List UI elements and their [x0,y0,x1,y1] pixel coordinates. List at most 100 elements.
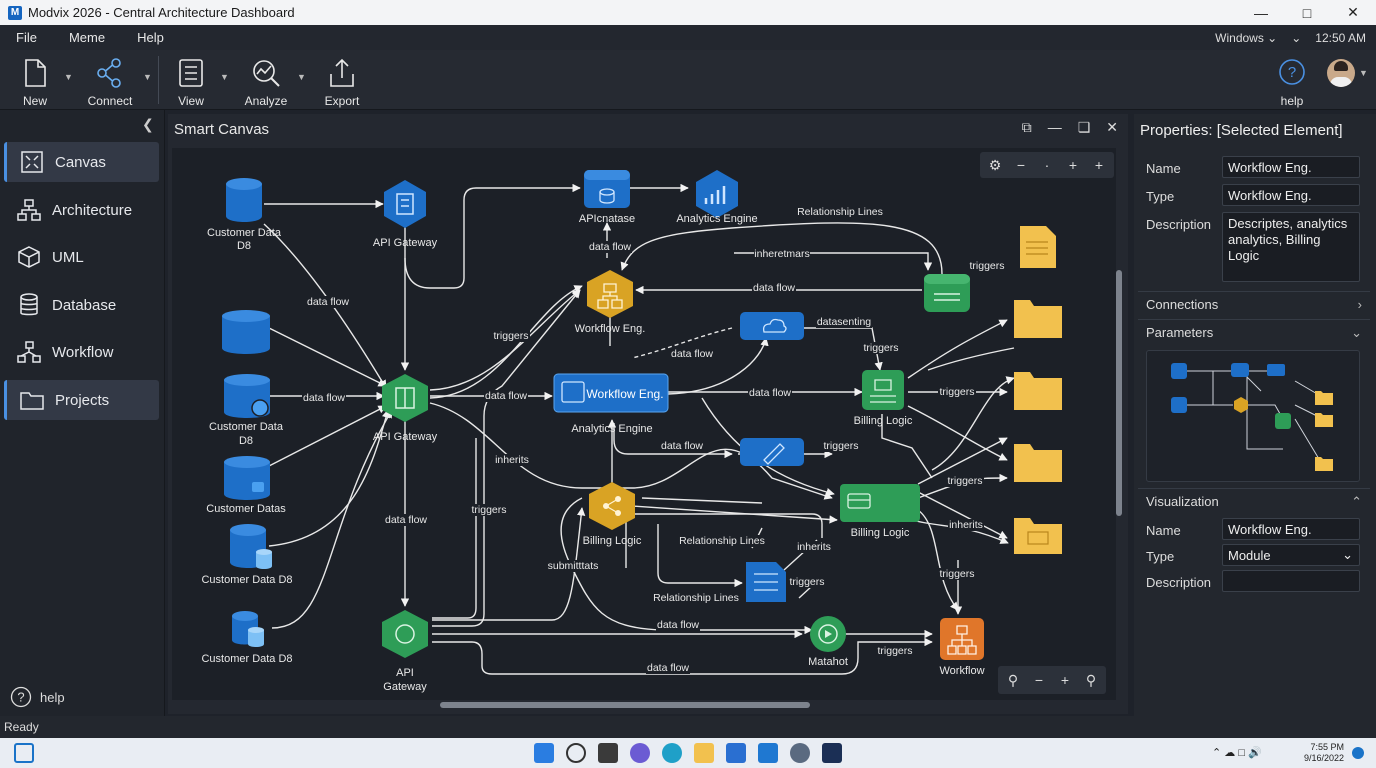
node-workflow-orange[interactable]: Workflow [939,618,985,677]
menu-meme[interactable]: Meme [53,30,121,45]
menu-help[interactable]: Help [121,30,180,45]
node-edit-service[interactable] [740,438,804,466]
share-icon [97,58,121,88]
vis-name-field[interactable]: Workflow Eng. [1222,518,1360,540]
zoom-reset-icon[interactable]: · [1036,157,1058,173]
edge-browser-icon[interactable] [662,743,682,763]
node-billing-logic-2[interactable]: Billing Logic [583,482,642,547]
collapse-sidebar-icon[interactable]: ❮ [142,116,154,133]
name-field[interactable]: Workflow Eng. [1222,156,1360,178]
node-billing-logic-1[interactable]: Billing Logic [854,370,913,427]
type-field[interactable]: Workflow Eng. [1222,184,1360,206]
sidebar-item-uml[interactable]: UML [4,237,159,277]
document-file-icon[interactable] [1020,226,1056,268]
system-tray-icons[interactable]: ⌃ ☁ □ 🔊 [1212,746,1262,759]
node-customer-data-6[interactable]: Customer Data D8 [201,611,293,665]
close-button[interactable]: ✕ [1330,0,1376,25]
svg-text:?: ? [17,690,24,705]
chevron-down-icon[interactable]: ⌄ [1291,31,1301,45]
search-icon[interactable] [566,743,586,763]
start-icon[interactable] [534,743,554,763]
export-button[interactable]: Export [312,54,372,108]
maximize-button[interactable]: □ [1284,0,1330,25]
zoom-in-icon[interactable]: + [1062,157,1084,173]
settings-icon[interactable] [790,743,810,763]
node-cloud-service[interactable] [740,312,804,340]
sidebar-item-canvas[interactable]: Canvas [4,142,159,182]
diagram-canvas[interactable]: data flow data flow data flow data flow … [172,148,1116,700]
chat-icon[interactable] [630,743,650,763]
zoom-search-icon[interactable]: ⚲ [1080,672,1102,689]
node-workflow-engine-1[interactable]: Workflow Eng. [575,270,646,335]
node-api-gateway-1[interactable]: API Gateway [373,180,438,249]
node-customer-data-3[interactable]: Customer Data D8 [209,374,284,447]
node-api-gateway-3[interactable]: API Gateway [382,610,428,693]
new-dropdown-caret[interactable]: ▼ [64,72,73,82]
visualization-section[interactable]: Visualization ⌃ [1138,488,1370,514]
folder-icon[interactable] [1014,372,1062,410]
vis-description-field[interactable] [1222,570,1360,592]
zoom-out-icon[interactable]: − [1010,157,1032,173]
menu-file[interactable]: File [0,30,53,45]
vis-type-select[interactable]: Module ⌄ [1222,544,1360,566]
node-customer-datas-4[interactable]: Customer Datas [206,456,286,515]
minimap[interactable] [1146,350,1360,482]
folder-icon[interactable] [1014,444,1062,482]
sidebar-item-workflow[interactable]: Workflow [4,332,159,372]
panel-minimize-icon[interactable]: — [1048,119,1062,136]
connect-dropdown-caret[interactable]: ▼ [143,72,152,82]
node-label: API Gateway [373,431,438,443]
add-icon[interactable]: + [1088,157,1110,173]
view-button[interactable]: View [161,54,221,108]
avatar[interactable] [1327,59,1355,87]
node-service-green[interactable] [924,274,970,312]
connect-button[interactable]: Connect [80,54,140,108]
mail-icon[interactable] [758,743,778,763]
copy-icon[interactable]: ⧉ [1022,119,1032,136]
widgets-icon[interactable] [14,743,34,763]
zoom-search-icon[interactable]: ⚲ [1002,672,1024,689]
node-document[interactable] [746,562,786,602]
vertical-scrollbar[interactable] [1116,270,1122,516]
connections-section[interactable]: Connections › [1138,291,1370,317]
help-button[interactable]: ? help [1262,54,1322,108]
panel-close-icon[interactable]: ✕ [1106,119,1118,136]
zoom-out-icon[interactable]: − [1028,672,1050,688]
canvas-header: Smart Canvas ⧉ — ❏ ✕ [168,114,1128,144]
minimize-button[interactable]: — [1238,0,1284,25]
sidebar-item-architecture[interactable]: Architecture [4,190,159,230]
horizontal-scrollbar[interactable] [440,702,810,708]
folder-icon[interactable] [1014,518,1062,554]
node-customer-data-1[interactable]: Customer Data D8 [207,178,282,252]
sidebar-help-link[interactable]: ? help [10,686,65,708]
analyze-button[interactable]: Analyze [236,54,296,108]
store-icon[interactable] [726,743,746,763]
taskbar-clock[interactable]: 7:55 PM 9/16/2022 [1304,742,1344,764]
node-database-2[interactable] [222,310,270,354]
file-explorer-icon[interactable] [694,743,714,763]
view-dropdown-caret[interactable]: ▼ [220,72,229,82]
description-field[interactable]: Descriptes, analytics analytics, Billing… [1222,212,1360,282]
zoom-in-icon[interactable]: + [1054,672,1076,688]
sidebar-item-database[interactable]: Database [4,285,159,325]
node-api-database[interactable]: APIcnatase [579,170,635,225]
analyze-dropdown-caret[interactable]: ▼ [297,72,306,82]
windows-dropdown[interactable]: Windows ⌄ [1215,31,1277,45]
node-matahot[interactable]: Matahot [808,616,848,668]
notification-icon[interactable] [1352,747,1364,759]
account-dropdown-caret[interactable]: ▼ [1359,68,1368,78]
workflow-icon [16,339,42,365]
sidebar-item-projects[interactable]: Projects [4,380,159,420]
node-billing-logic-3[interactable]: Billing Logic [840,484,920,539]
panel-restore-icon[interactable]: ❏ [1078,119,1091,136]
modvix-app-icon[interactable] [822,743,842,763]
folder-icon[interactable] [1014,300,1062,338]
node-label: Workflow [939,665,984,677]
node-customer-data-5[interactable]: Customer Data D8 [201,524,293,586]
parameters-section[interactable]: Parameters ⌄ [1138,319,1370,345]
node-analytics-engine-1[interactable]: Analytics Engine [676,170,758,225]
fit-view-icon[interactable]: ⚙ [984,157,1006,174]
new-button[interactable]: New [5,54,65,108]
task-view-icon[interactable] [598,743,618,763]
node-workflow-engine-box[interactable]: Workflow Eng. Analytics Engine [553,373,669,435]
